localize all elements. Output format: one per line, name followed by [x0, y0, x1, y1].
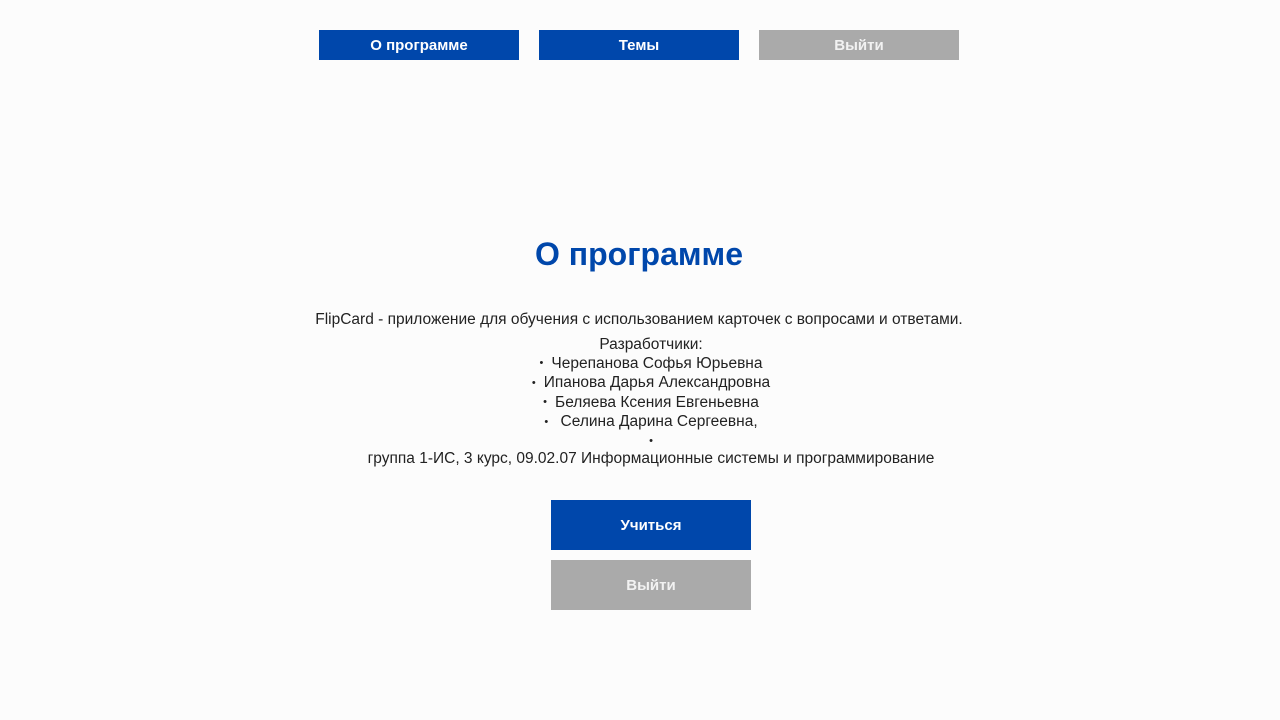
developer-name: Ипанова Дарья Александровна — [543, 374, 771, 392]
bullet-icon: • — [539, 357, 544, 370]
developer-item: • Черепанова Софья Юрьевна — [0, 354, 1280, 373]
bullet-icon: • — [543, 396, 548, 409]
group-info: группа 1-ИС, 3 курс, 09.02.07 Информацио… — [367, 450, 935, 467]
learn-button[interactable]: Учиться — [551, 500, 751, 550]
nav-exit-button[interactable]: Выйти — [759, 30, 959, 60]
developer-item: • Беляева Ксения Евгеньевна — [0, 393, 1280, 412]
developer-name: Беляева Ксения Евгеньевна — [555, 393, 759, 411]
page-title: О программе — [534, 236, 743, 272]
developer-name: Черепанова Софья Юрьевна — [551, 355, 763, 372]
about-page: О программе Темы Выйти О программе FlipC… — [0, 0, 1280, 720]
bullet-icon: • — [531, 376, 536, 389]
top-navigation: О программе Темы Выйти — [319, 30, 959, 60]
developers-section: Разработчики: • Черепанова Софья Юрьевна … — [0, 335, 1280, 451]
developer-item: • Ипанова Дарья Александровна — [0, 373, 1280, 392]
nav-about-button[interactable]: О программе — [319, 30, 519, 60]
developer-name: Селина Дарина Сергеевна, — [556, 413, 758, 431]
app-description: FlipCard - приложение для обучения с исп… — [315, 311, 963, 328]
developer-item: • Селина Дарина Сергеевна, — [0, 412, 1280, 431]
nav-topics-button[interactable]: Темы — [539, 30, 739, 60]
exit-button[interactable]: Выйти — [551, 560, 751, 610]
bullet-icon: • — [544, 415, 549, 428]
developers-list: • Черепанова Софья Юрьевна • Ипанова Дарья… — [0, 354, 1280, 451]
developers-heading: Разработчики: — [599, 336, 703, 353]
